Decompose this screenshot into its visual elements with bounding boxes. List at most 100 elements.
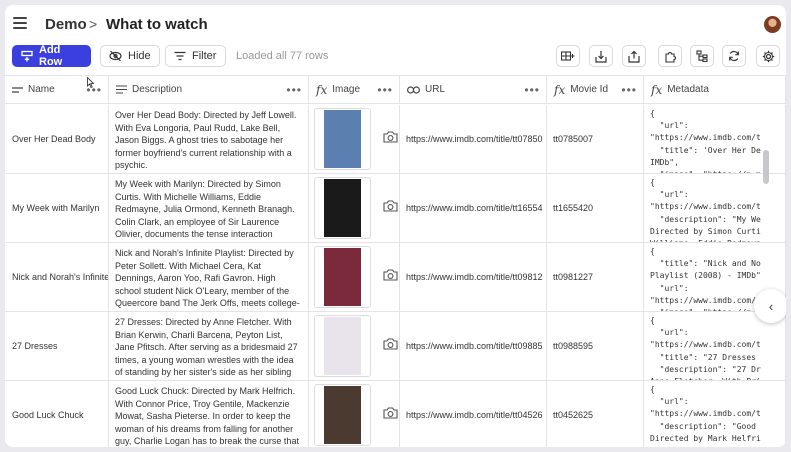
cell-image[interactable] (309, 174, 400, 242)
cell-metadata[interactable]: { "url": "https://www.imdb.com/t "descri… (644, 174, 786, 242)
cell-name[interactable]: 27 Dresses (5, 312, 109, 380)
filter-label: Filter (192, 50, 217, 62)
poster-image (324, 179, 361, 237)
formula-icon: fx (316, 82, 328, 97)
grid-add-button[interactable] (556, 45, 580, 67)
cell-description[interactable]: Good Luck Chuck: Directed by Mark Helfri… (109, 381, 309, 447)
table-row[interactable]: My Week with Marilyn My Week with Marilyn… (5, 174, 786, 243)
hierarchy-icon (696, 50, 708, 62)
cell-description[interactable]: My Week with Marilyn: Directed by Simon … (109, 174, 309, 242)
column-header-image[interactable]: fx Image ••• (309, 76, 400, 104)
collapse-panel-button[interactable]: ‹ (754, 289, 786, 323)
cell-url[interactable]: https://www.imdb.com/title/tt09885 (400, 312, 547, 380)
download-button[interactable] (589, 45, 613, 67)
movie-url[interactable]: https://www.imdb.com/title/tt07850 (406, 134, 543, 144)
poster-thumbnail[interactable] (314, 384, 371, 446)
table-row[interactable]: 27 Dresses 27 Dresses: Directed by Anne F… (5, 312, 786, 381)
movie-name: Good Luck Chuck (12, 410, 84, 420)
table-row[interactable]: Over Her Dead Body Over Her Dead Body: Di… (5, 105, 786, 174)
cell-description[interactable]: 27 Dresses: Directed by Anne Fletcher. W… (109, 312, 309, 380)
movie-description: Good Luck Chuck: Directed by Mark Helfri… (115, 386, 299, 447)
add-photo-icon[interactable] (383, 337, 398, 350)
poster-thumbnail[interactable] (314, 108, 371, 170)
add-photo-icon[interactable] (383, 406, 398, 419)
hide-label: Hide (128, 50, 151, 62)
movie-metadata: { "title": "Nick and No Playlist (2008) … (650, 247, 761, 311)
column-header-url[interactable]: URL ••• (400, 76, 547, 104)
cell-url[interactable]: https://www.imdb.com/title/tt04526 (400, 381, 547, 447)
breadcrumb-workspace[interactable]: Demo (45, 16, 87, 33)
column-menu-icon[interactable]: ••• (377, 83, 393, 97)
extensions-button[interactable] (658, 45, 682, 67)
vertical-scrollbar[interactable] (763, 150, 769, 184)
movie-id: tt0981227 (553, 272, 594, 282)
cell-movie-id[interactable]: tt0785007 (547, 105, 644, 173)
hierarchy-button[interactable] (690, 45, 714, 67)
extension-icon (664, 51, 676, 63)
poster-thumbnail[interactable] (314, 315, 371, 377)
hide-button[interactable]: Hide (100, 45, 160, 67)
avatar[interactable] (764, 16, 781, 33)
poster-thumbnail[interactable] (314, 177, 371, 239)
cell-metadata[interactable]: { "url": "https://www.imdb.com/t "title"… (644, 312, 786, 380)
mouse-cursor-icon (87, 77, 94, 88)
poster-image (324, 248, 361, 306)
cell-image[interactable] (309, 381, 400, 447)
cell-url[interactable]: https://www.imdb.com/title/tt09812 (400, 243, 547, 311)
long-text-icon (116, 85, 127, 94)
add-photo-icon[interactable] (383, 268, 398, 281)
share-button[interactable] (622, 45, 646, 67)
cell-movie-id[interactable]: tt0988595 (547, 312, 644, 380)
cell-name[interactable]: Over Her Dead Body (5, 105, 109, 173)
cell-image[interactable] (309, 105, 400, 173)
column-menu-icon[interactable]: ••• (621, 83, 637, 97)
download-icon (595, 50, 607, 63)
column-menu-icon[interactable]: ••• (524, 83, 540, 97)
movie-description: 27 Dresses: Directed by Anne Fletcher. W… (115, 317, 298, 380)
filter-button[interactable]: Filter (165, 45, 226, 67)
cell-name[interactable]: Nick and Norah's Infinite Playlist (5, 243, 109, 311)
table-row[interactable]: Good Luck Chuck Good Luck Chuck: Directed… (5, 381, 786, 447)
cell-movie-id[interactable]: tt0452625 (547, 381, 644, 447)
cell-url[interactable]: https://www.imdb.com/title/tt16554 (400, 174, 547, 242)
movie-name: Over Her Dead Body (12, 134, 96, 144)
formula-icon: fx (651, 82, 663, 97)
movie-url[interactable]: https://www.imdb.com/title/tt09812 (406, 272, 543, 282)
cell-url[interactable]: https://www.imdb.com/title/tt07850 (400, 105, 547, 173)
cell-name[interactable]: My Week with Marilyn (5, 174, 109, 242)
data-grid: Name ••• Description ••• fx Image ••• UR… (5, 75, 786, 447)
column-header-description[interactable]: Description ••• (109, 76, 309, 104)
column-menu-icon[interactable]: ••• (286, 83, 302, 97)
cell-description[interactable]: Over Her Dead Body: Directed by Jeff Low… (109, 105, 309, 173)
movie-name: Nick and Norah's Infinite Playlist (12, 272, 109, 282)
movie-url[interactable]: https://www.imdb.com/title/tt04526 (406, 410, 543, 420)
cell-description[interactable]: Nick and Norah's Infinite Playlist: Dire… (109, 243, 309, 311)
movie-name: 27 Dresses (12, 341, 58, 351)
poster-image (324, 386, 361, 444)
poster-thumbnail[interactable] (314, 246, 371, 308)
menu-icon[interactable] (13, 17, 27, 29)
cell-image[interactable] (309, 312, 400, 380)
cell-movie-id[interactable]: tt0981227 (547, 243, 644, 311)
add-row-button[interactable]: Add Row (12, 44, 91, 68)
movie-url[interactable]: https://www.imdb.com/title/tt09885 (406, 341, 543, 351)
add-photo-icon[interactable] (383, 199, 398, 212)
cell-name[interactable]: Good Luck Chuck (5, 381, 109, 447)
share-icon (628, 50, 640, 63)
poster-image (324, 317, 361, 375)
add-row-label: Add Row (39, 44, 63, 68)
table-row[interactable]: Nick and Norah's Infinite Playlist Nick a… (5, 243, 786, 312)
refresh-button[interactable] (722, 45, 746, 67)
add-photo-icon[interactable] (383, 130, 398, 143)
column-header-movie-id[interactable]: fx Movie Id ••• (547, 76, 644, 104)
formula-icon: fx (554, 82, 566, 97)
movie-url[interactable]: https://www.imdb.com/title/tt16554 (406, 203, 543, 213)
cell-metadata[interactable]: { "url": "https://www.imdb.com/t "descri… (644, 381, 786, 447)
cell-image[interactable] (309, 243, 400, 311)
movie-description: Nick and Norah's Infinite Playlist: Dire… (115, 248, 300, 311)
settings-button[interactable] (756, 45, 780, 67)
column-header-metadata[interactable]: fx Metadata (644, 76, 786, 104)
settings-icon (762, 50, 774, 62)
app-window: Demo > What to watch Add Row Hide Filter… (5, 5, 786, 447)
cell-movie-id[interactable]: tt1655420 (547, 174, 644, 242)
